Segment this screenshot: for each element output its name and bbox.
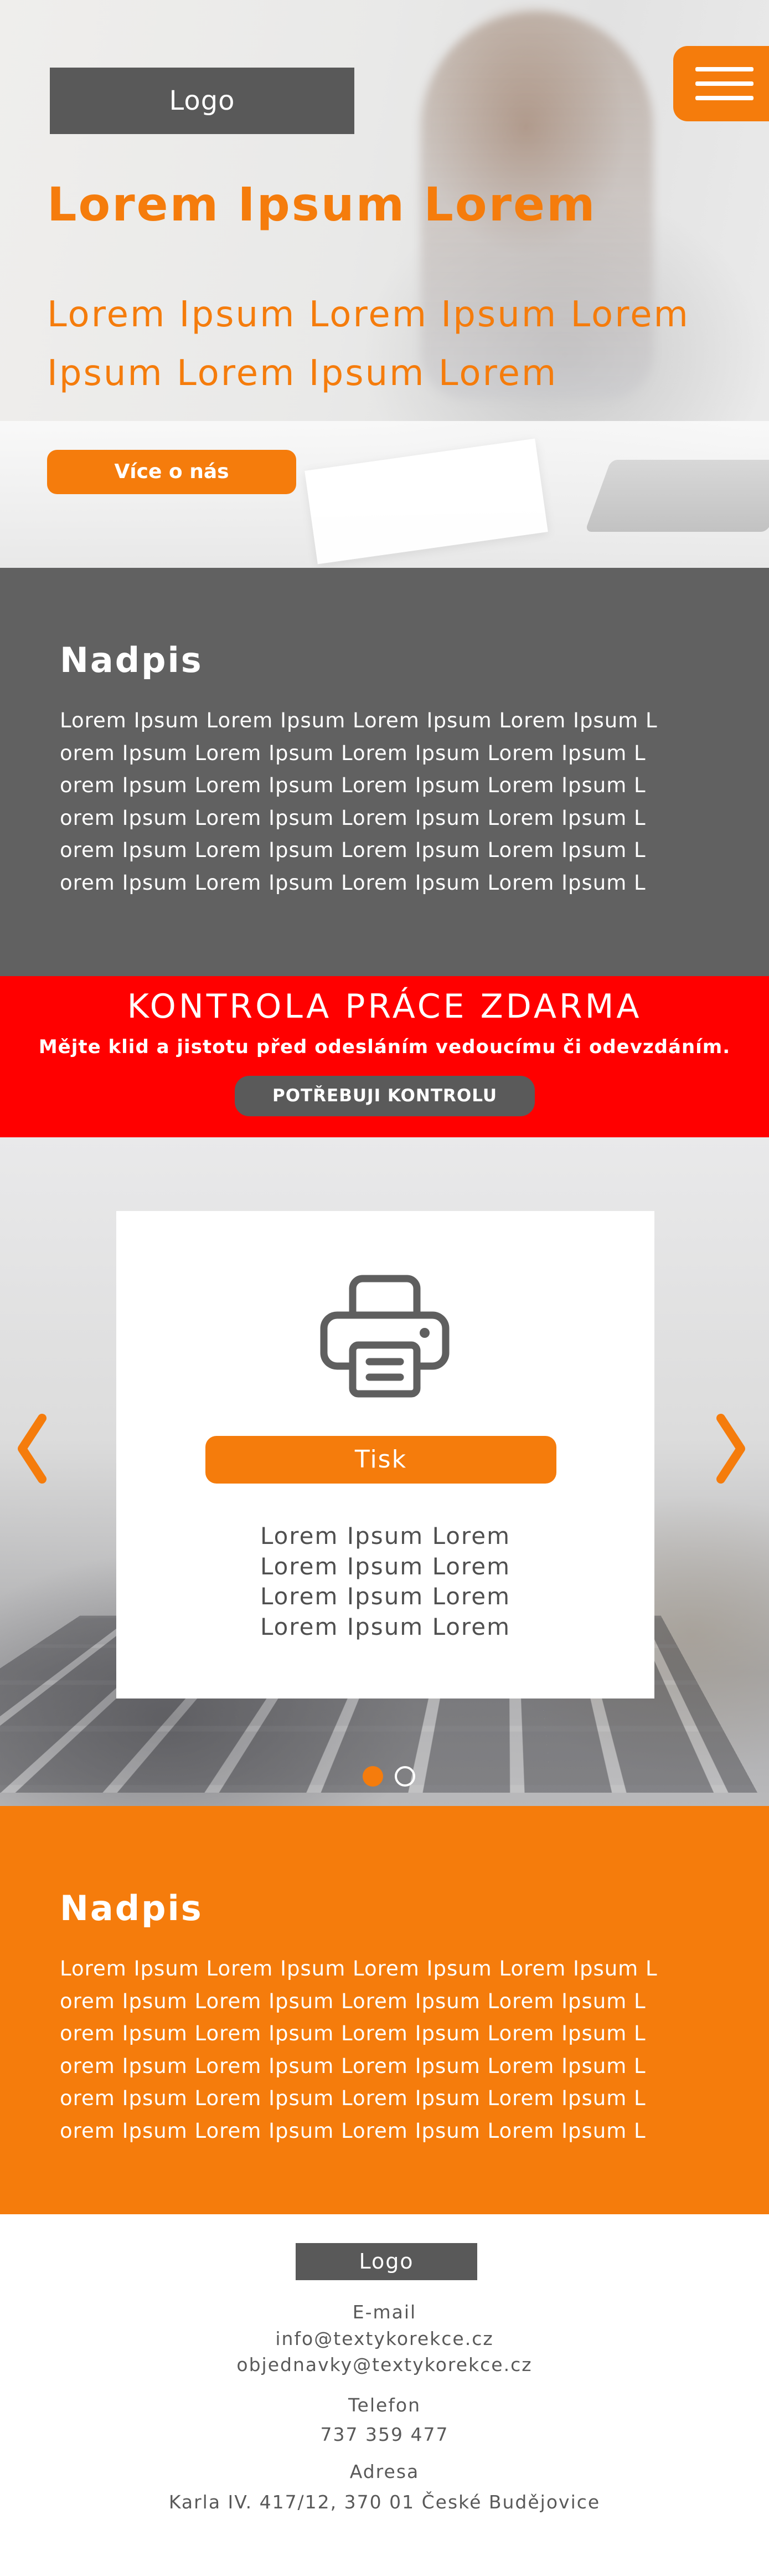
hero-section: Logo Lorem Ipsum Lorem Lorem Ipsum Lorem… (0, 0, 769, 568)
chevron-left-icon (18, 1414, 47, 1484)
print-button[interactable]: Tisk (205, 1436, 556, 1484)
slider-pagination (363, 1766, 418, 1788)
phone-number[interactable]: 737 359 477 (0, 2424, 769, 2445)
hero-photo-laptop (585, 460, 769, 532)
slider-prev-button[interactable] (16, 1413, 49, 1485)
promo-banner: KONTROLA PRÁCE ZDARMA Mějte klid a jisto… (0, 976, 769, 1137)
request-check-button[interactable]: POTŘEBUJI KONTROLU (235, 1076, 535, 1116)
promo-title: KONTROLA PRÁCE ZDARMA (127, 987, 642, 1026)
hero-title: Lorem Ipsum Lorem (47, 177, 597, 232)
email-link-info[interactable]: info@textykorekce.cz (0, 2328, 769, 2349)
menu-button[interactable] (673, 46, 769, 121)
services-text: Lorem Ipsum Lorem Ipsum Lorem Ipsum Lore… (60, 1957, 658, 2143)
about-heading: Nadpis (60, 640, 203, 680)
about-text: Lorem Ipsum Lorem Ipsum Lorem Ipsum Lore… (60, 709, 658, 895)
slide-text-line: Lorem Ipsum Lorem (260, 1522, 511, 1549)
slide-text-line: Lorem Ipsum Lorem (260, 1583, 511, 1610)
about-section: Nadpis Lorem Ipsum Lorem Ipsum Lorem Ips… (0, 568, 769, 976)
email-link-orders[interactable]: objednavky@textykorekce.cz (0, 2354, 769, 2375)
address-label: Adresa (349, 2461, 420, 2482)
about-us-button[interactable]: Více o nás (47, 450, 296, 494)
printer-icon (320, 1275, 450, 1398)
email-label: E-mail (352, 2301, 417, 2323)
phone-label: Telefon (348, 2394, 421, 2416)
chevron-right-icon (716, 1414, 745, 1484)
slide-card: Tisk Lorem Ipsum Lorem Lorem Ipsum Lorem… (116, 1211, 654, 1698)
slider-next-button[interactable] (714, 1413, 747, 1485)
slider-dot-2[interactable] (395, 1766, 415, 1787)
services-heading: Nadpis (60, 1888, 203, 1928)
address-text: Karla IV. 417/12, 370 01 České Budějovic… (168, 2491, 601, 2513)
header-logo[interactable]: Logo (50, 68, 354, 134)
promo-subtitle: Mějte klid a jistotu před odesláním vedo… (38, 1036, 731, 1058)
slide-text-line: Lorem Ipsum Lorem (260, 1552, 511, 1580)
footer-logo[interactable]: Logo (296, 2243, 477, 2280)
slide-text-line: Lorem Ipsum Lorem (260, 1613, 511, 1640)
footer: Logo E-mail info@textykorekce.cz objedna… (0, 2214, 769, 2576)
hero-subtitle: Lorem Ipsum Lorem Ipsum Lorem Ipsum Lore… (47, 294, 690, 394)
services-section: Nadpis Lorem Ipsum Lorem Ipsum Lorem Ips… (0, 1806, 769, 2214)
slide-description: Lorem Ipsum Lorem Lorem Ipsum Lorem Lore… (116, 1521, 654, 1642)
slider-dot-1[interactable] (363, 1766, 383, 1787)
